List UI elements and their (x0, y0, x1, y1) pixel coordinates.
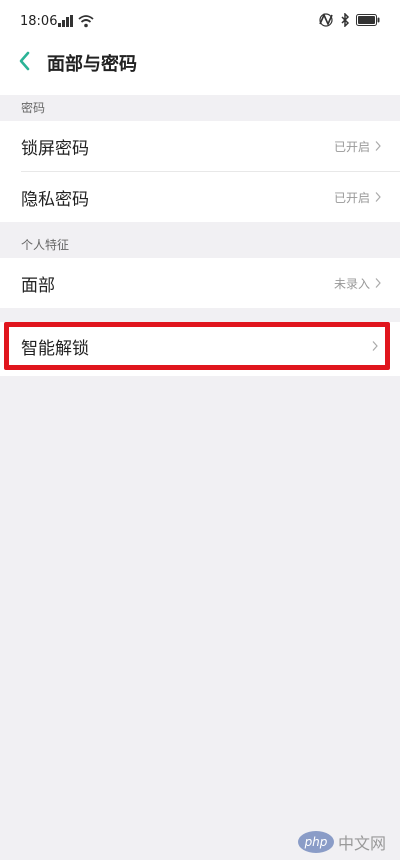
row-value: 已开启 (333, 139, 370, 154)
row-label: 锁屏密码 (21, 138, 89, 159)
chevron-right-icon (375, 192, 381, 202)
top-bar: 18:06 面部与密码 (0, 0, 400, 95)
gap (0, 308, 400, 322)
signal-icon (58, 15, 73, 27)
section-header-personal-features: 个人特征 (21, 238, 70, 252)
chevron-right-icon (372, 341, 378, 351)
php-logo-icon: php (297, 831, 334, 853)
wifi-icon (78, 15, 94, 28)
lock-screen-password-row[interactable]: 锁屏密码 已开启 (0, 121, 400, 171)
watermark-text: 中文网 (337, 834, 386, 853)
page-title: 面部与密码 (47, 54, 137, 75)
chevron-right-icon (375, 141, 381, 151)
gap (0, 222, 400, 232)
page-header: 面部与密码 (0, 44, 400, 95)
password-card: 锁屏密码 已开启 隐私密码 已开启 (0, 121, 400, 222)
row-value: 未录入 (333, 276, 370, 291)
card-padding (0, 370, 400, 376)
status-right-icons (318, 13, 380, 27)
back-arrow-icon[interactable] (14, 49, 36, 73)
watermark-logo: php 中文网 (297, 830, 386, 854)
privacy-password-row[interactable]: 隐私密码 已开启 (0, 172, 400, 222)
row-value: 已开启 (333, 190, 370, 205)
smart-unlock-row[interactable]: 智能解锁 (9, 327, 385, 365)
features-card: 面部 未录入 (0, 258, 400, 308)
row-label: 隐私密码 (21, 189, 89, 210)
status-bar: 18:06 (0, 0, 400, 44)
row-label: 面部 (21, 275, 55, 296)
section-header-password: 密码 (21, 101, 46, 115)
smart-unlock-card: 智能解锁 (0, 322, 400, 376)
face-row[interactable]: 面部 未录入 (0, 258, 400, 308)
chevron-right-icon (375, 278, 381, 288)
row-label: 智能解锁 (21, 338, 89, 359)
battery-icon (356, 14, 380, 26)
bluetooth-icon (341, 13, 350, 27)
highlight-box: 智能解锁 (4, 322, 390, 370)
status-time: 18:06 (20, 14, 58, 29)
nfc-icon (319, 13, 333, 27)
